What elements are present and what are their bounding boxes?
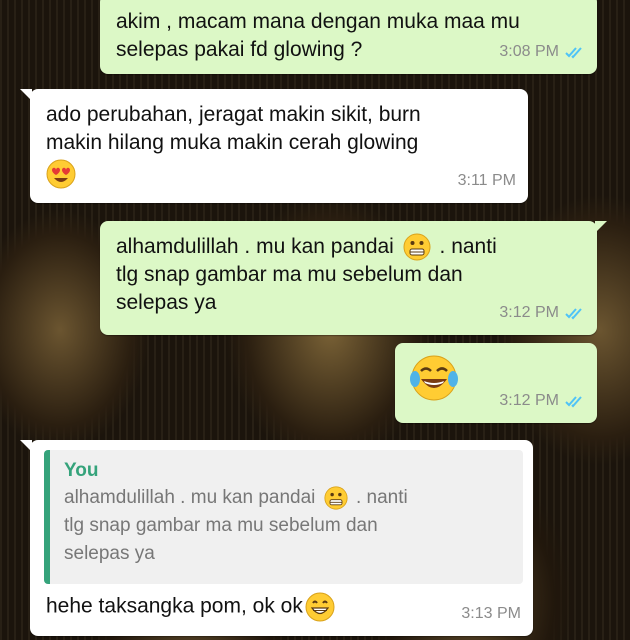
bubble-tail [20,89,32,101]
message-meta: 3:13 PM [461,600,521,628]
bubble-tail [595,221,607,233]
double-check-read-icon [565,308,582,320]
message-meta: 3:12 PM [499,387,585,415]
message-text-line: ado perubahan, jeragat makin sikit, burn [46,103,421,126]
quoted-text: alhamdulillah . mu kan pandai [64,487,316,508]
bubble-tail [20,440,32,452]
quoted-text-line: tlg snap gambar ma mu sebelum dan [64,515,378,536]
message-time: 3:12 PM [499,304,559,321]
incoming-message[interactable]: ado perubahan, jeragat makin sikit, burn… [20,89,528,203]
message-text: . nanti [439,235,497,258]
message-text: hehe taksangka pom, ok ok [46,594,303,618]
outgoing-message[interactable]: 3:12 PM [395,343,597,423]
heart-eyes-emoji [46,159,76,189]
double-check-read-icon [565,47,582,59]
outgoing-message[interactable]: akim , macam mana dengan muka maa mu sel… [100,0,597,74]
grimacing-face-emoji [403,233,431,261]
grinning-face-emoji [305,592,335,622]
quoted-message[interactable]: You alhamdulillah . mu kan pandai . nant… [44,450,523,584]
quoted-text-line: selepas ya [64,543,155,564]
incoming-reply-message[interactable]: You alhamdulillah . mu kan pandai . nant… [20,440,533,636]
message-meta: 3:12 PM [499,299,585,327]
message-time: 3:12 PM [499,392,559,409]
message-text-line: makin hilang muka makin cerah glowing [46,131,419,154]
quoted-text-line: alhamdulillah . mu kan pandai . nanti [64,484,511,512]
quoted-author: You [64,460,99,481]
message-time: 3:11 PM [457,172,516,189]
message-text-line: akim , macam mana dengan muka maa mu [116,10,520,33]
tears-of-joy-emoji [410,355,458,401]
message-time: 3:08 PM [499,43,559,60]
outgoing-message[interactable]: alhamdulillah . mu kan pandai . nanti tl… [100,221,607,335]
double-check-read-icon [565,396,582,408]
message-text: alhamdulillah . mu kan pandai [116,235,394,258]
message-meta: 3:08 PM [499,38,585,66]
grimacing-face-emoji [324,486,348,510]
message-text-line: hehe taksangka pom, ok ok [46,592,335,622]
quoted-text: . nanti [355,487,408,508]
message-text-line: tlg snap gambar ma mu sebelum dan [116,263,463,287]
message-time: 3:13 PM [461,605,521,622]
message-text-line: alhamdulillah . mu kan pandai . nanti [116,233,597,261]
message-meta: 3:11 PM [458,167,516,195]
